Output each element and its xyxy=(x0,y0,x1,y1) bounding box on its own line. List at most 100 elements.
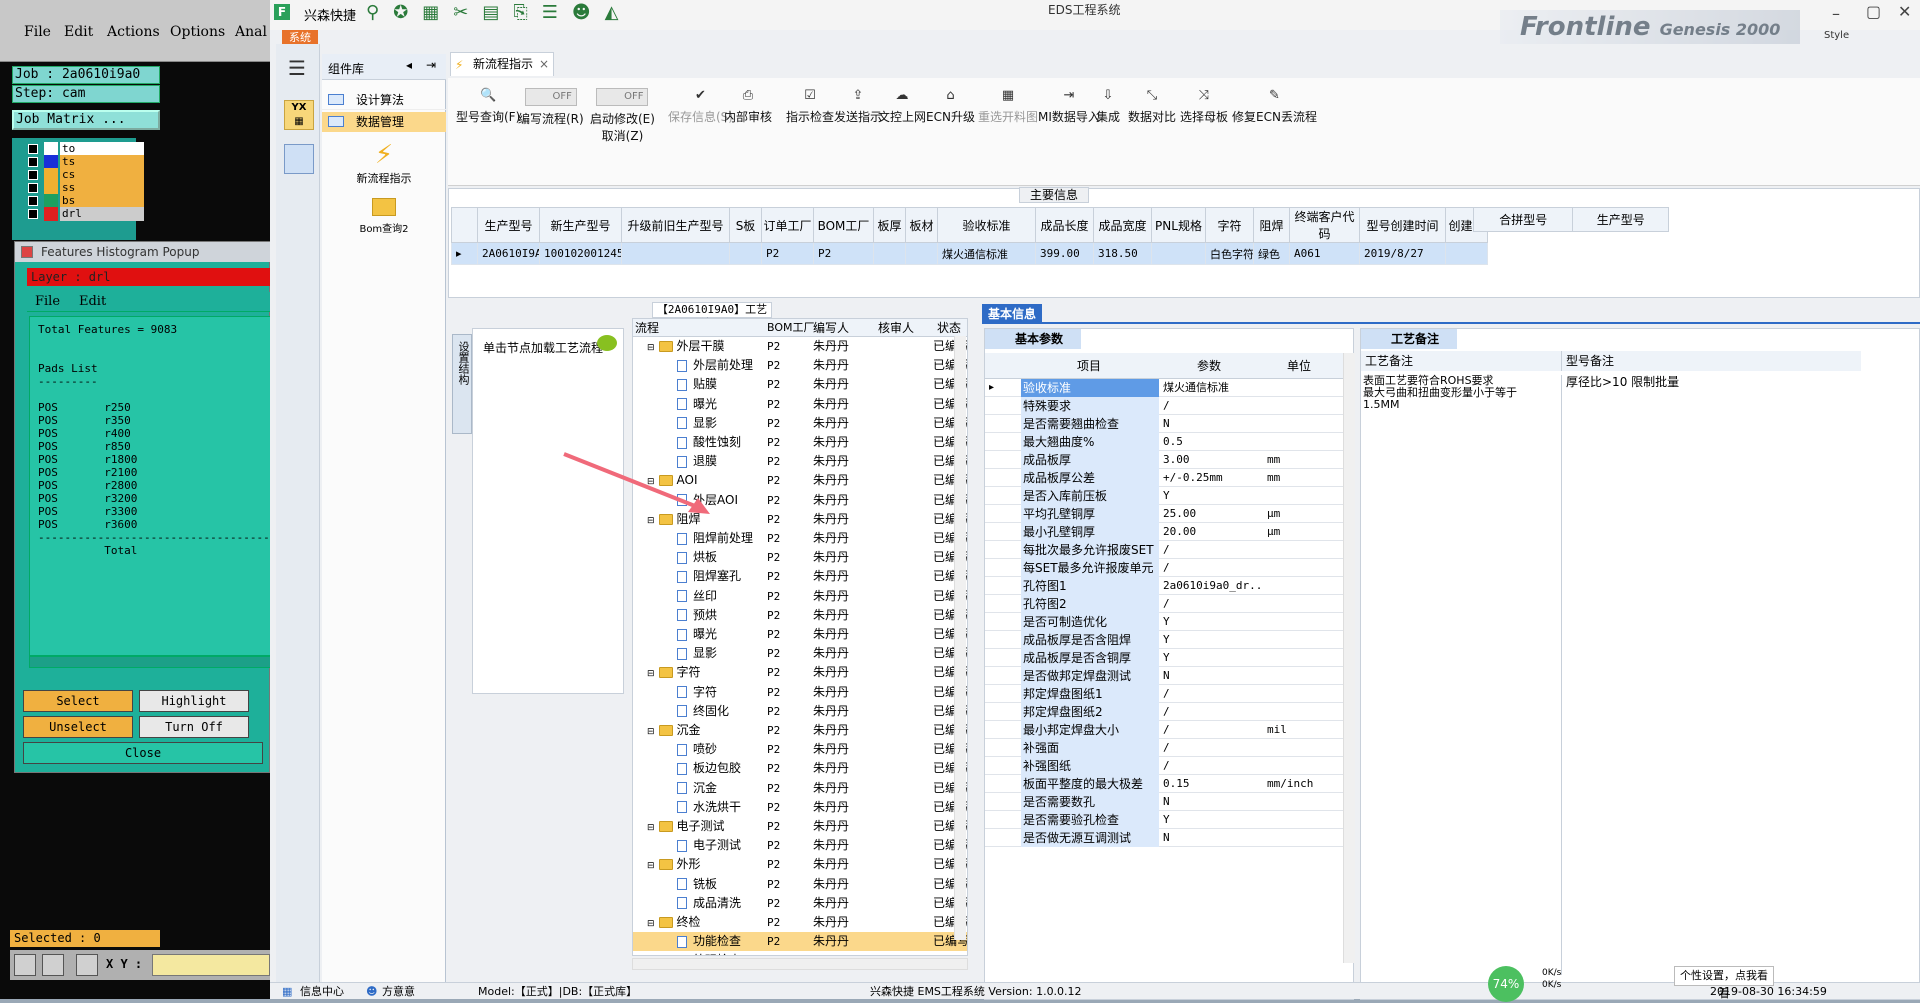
param-row[interactable]: 最小孔壁铜厚 20.00 μm xyxy=(985,523,1345,541)
param-row[interactable]: 是否需要数孔 N xyxy=(985,793,1345,811)
toolbar-item-0[interactable]: 🔍 型号查询(F) xyxy=(456,88,520,125)
tree-item[interactable]: 喷砂 P2 朱丹丹 已编写 xyxy=(633,740,967,759)
tree-item[interactable]: 阻焊前处理 P2 朱丹丹 已编写 xyxy=(633,529,967,548)
tree-group[interactable]: ⊟ 终检 P2 朱丹丹 已编写 xyxy=(633,913,967,932)
tree-item[interactable]: 贴膜 P2 朱丹丹 已编写 xyxy=(633,375,967,394)
main-info-header[interactable]: PNL规格 xyxy=(1151,207,1206,243)
tree-group[interactable]: ⊟ 外形 P2 朱丹丹 已编写 xyxy=(633,855,967,874)
xy-input[interactable] xyxy=(152,954,270,976)
info-center-label[interactable]: 信息中心 xyxy=(300,983,344,1000)
toggle-switch[interactable]: OFF xyxy=(596,88,649,106)
toolbar-item-13[interactable]: ⤨ 选择母板 xyxy=(1180,88,1228,125)
main-info-cell[interactable]: 399.00 xyxy=(1035,242,1094,265)
basic-params-tab[interactable]: 基本参数 xyxy=(985,329,1081,349)
expand-icon[interactable]: ⊟ xyxy=(647,919,655,929)
toolbar-item-5[interactable]: ☑ 指示检查 xyxy=(786,88,834,125)
collapse-icon[interactable]: ◂ xyxy=(406,58,412,72)
param-value[interactable]: Y xyxy=(1161,487,1261,505)
param-row[interactable]: 每SET最多允许报废单元 / xyxy=(985,559,1345,577)
new-flow-shortcut[interactable]: ⚡ 新流程指示 xyxy=(352,140,416,186)
param-value[interactable]: +/-0.25mm xyxy=(1161,469,1261,487)
cam-menu-options[interactable]: Options xyxy=(170,24,225,40)
layer-row[interactable]: bs xyxy=(28,194,144,208)
tree-item[interactable]: 预烘 P2 朱丹丹 已编写 xyxy=(633,606,967,625)
grid-icon[interactable] xyxy=(76,954,98,976)
layer-row[interactable]: ts xyxy=(28,155,144,169)
layer-checkbox[interactable] xyxy=(28,170,38,180)
param-value[interactable]: / xyxy=(1161,595,1261,613)
main-info-header[interactable]: 升级前旧生产型号 xyxy=(621,207,730,243)
cam-menu-actions[interactable]: Actions xyxy=(107,24,160,40)
close-button[interactable]: Close xyxy=(23,742,263,764)
toggle-switch[interactable]: OFF xyxy=(524,88,577,106)
params-vscroll[interactable] xyxy=(1343,353,1355,963)
tree-item[interactable]: 阻焊塞孔 P2 朱丹丹 已编写 xyxy=(633,567,967,586)
unselect-button[interactable]: Unselect xyxy=(23,716,133,738)
tree-item[interactable]: 板边包胶 P2 朱丹丹 已编写 xyxy=(633,759,967,778)
layer-row[interactable]: drl xyxy=(28,207,144,221)
basic-info-title[interactable]: 基本信息 xyxy=(982,304,1042,324)
toolbar-item-9[interactable]: ▦ 重选开料图 xyxy=(978,88,1038,125)
popup-menu-edit[interactable]: Edit xyxy=(79,294,106,309)
main-info-cell[interactable]: 绿色 xyxy=(1253,242,1290,265)
main-info-cell[interactable]: 煤火通信标准 xyxy=(937,242,1036,265)
tree-item[interactable]: 水洗烘干 P2 朱丹丹 已编写 xyxy=(633,798,967,817)
main-info-cell[interactable]: A061 xyxy=(1289,242,1360,265)
main-info-header[interactable]: 字符 xyxy=(1205,207,1254,243)
main-info-cell[interactable]: 318.50 xyxy=(1093,242,1152,265)
tree-item[interactable]: 外观检查 P2 xyxy=(633,951,967,955)
param-row[interactable]: 是否入库前压板 Y xyxy=(985,487,1345,505)
cam-menu-edit[interactable]: Edit xyxy=(64,24,93,40)
param-row[interactable]: 孔符图2/ xyxy=(985,595,1345,613)
tree-item[interactable]: 功能检查 P2 朱丹丹 已编写 xyxy=(633,932,967,952)
tree-item[interactable]: 丝印 P2 朱丹丹 已编写 xyxy=(633,587,967,606)
toolbar-item-11[interactable]: ⇩ 集成 xyxy=(1096,88,1120,125)
param-value[interactable]: 煤火通信标准 xyxy=(1161,379,1261,397)
tree-item[interactable]: 曝光 P2 朱丹丹 已编写 xyxy=(633,395,967,414)
toolbar-item-14[interactable]: ✎ 修复ECN丢流程 xyxy=(1232,88,1317,125)
tab-close-icon[interactable]: × xyxy=(539,53,549,75)
param-row[interactable]: 补强面 / xyxy=(985,739,1345,757)
main-info-header[interactable]: 成品长度 xyxy=(1035,207,1094,243)
select-button[interactable]: Select xyxy=(23,690,133,712)
toolbar-item-6[interactable]: ⇪ 发送指示 xyxy=(834,88,882,125)
param-row[interactable]: 成品板厚公差 +/-0.25mm mm xyxy=(985,469,1345,487)
main-info-header[interactable]: S板 xyxy=(729,207,762,243)
maximize-icon[interactable]: ▢ xyxy=(1866,2,1881,21)
layer-checkbox[interactable] xyxy=(28,144,38,154)
main-info-header[interactable]: BOM工厂 xyxy=(813,207,874,243)
param-row[interactable]: 是否需要验孔检查 Y xyxy=(985,811,1345,829)
main-info-header[interactable]: 型号创建时间 xyxy=(1359,207,1446,243)
expand-icon[interactable]: ⊟ xyxy=(647,823,655,833)
main-info-cell[interactable]: P2 xyxy=(761,242,814,265)
tree-item[interactable]: 显影 P2 朱丹丹 已编写 xyxy=(633,644,967,663)
param-row[interactable]: 是否做邦定焊盘测试 N xyxy=(985,667,1345,685)
param-row[interactable]: 平均孔壁铜厚 25.00 μm xyxy=(985,505,1345,523)
tree-item[interactable]: 外层前处理 P2 朱丹丹 已编写 xyxy=(633,356,967,375)
main-info-cell[interactable]: 2019/8/27 xyxy=(1359,242,1446,265)
param-row[interactable]: 最大翘曲度% 0.5 xyxy=(985,433,1345,451)
param-value[interactable]: N xyxy=(1161,415,1261,433)
param-value[interactable]: / xyxy=(1161,685,1261,703)
tree-item[interactable]: 显影 P2 朱丹丹 已编写 xyxy=(633,414,967,433)
toolbar-item-8[interactable]: ⌂ ECN升级 xyxy=(926,88,975,125)
layer-row[interactable]: ss xyxy=(28,181,144,195)
tab-new-flow[interactable]: ⚡ 新流程指示 × xyxy=(450,52,554,76)
param-row[interactable]: 成品板厚是否含铜厚 Y xyxy=(985,649,1345,667)
main-info-header[interactable]: 生产型号 xyxy=(477,207,540,243)
layer-row[interactable]: to xyxy=(28,142,144,156)
model-remark-text[interactable]: 厚径比>10 限制批量 xyxy=(1561,375,1861,975)
main-info-header[interactable]: 新生产型号 xyxy=(539,207,622,243)
param-value[interactable]: Y xyxy=(1161,631,1261,649)
main-info-cell[interactable]: 白色字符 xyxy=(1205,242,1254,265)
tree-item[interactable]: 烘板 P2 朱丹丹 已编写 xyxy=(633,548,967,567)
expand-icon[interactable]: ⊟ xyxy=(647,727,655,737)
tree-item[interactable]: 终固化 P2 朱丹丹 已编写 xyxy=(633,702,967,721)
param-row[interactable]: 特殊要求 / xyxy=(985,397,1345,415)
tree-group[interactable]: ⊟ 外层干膜 P2 朱丹丹 已编写 xyxy=(633,337,967,356)
param-value[interactable]: 25.00 xyxy=(1161,505,1261,523)
param-value[interactable]: Y xyxy=(1161,811,1261,829)
expand-icon[interactable]: ⊟ xyxy=(647,669,655,679)
measure-icon[interactable] xyxy=(42,954,64,976)
main-info-cell[interactable]: P2 xyxy=(813,242,874,265)
